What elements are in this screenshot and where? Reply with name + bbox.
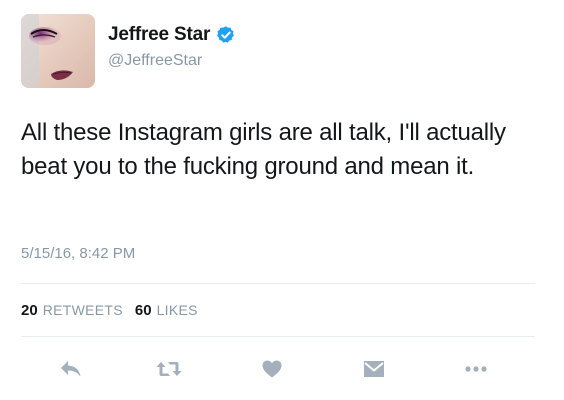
retweet-icon	[156, 362, 182, 376]
tweet-timestamp[interactable]: 5/15/16, 8:42 PM	[21, 245, 135, 262]
likes-count: 60	[134, 302, 152, 319]
more-button[interactable]	[461, 354, 491, 384]
likes-label: LIKES	[156, 302, 198, 318]
action-bar	[0, 354, 564, 384]
heart-icon	[262, 360, 282, 378]
retweets-count: 20	[21, 302, 38, 319]
direct-message-icon	[364, 361, 384, 377]
divider	[21, 336, 535, 337]
more-icon	[465, 366, 487, 372]
retweet-button[interactable]	[154, 354, 184, 384]
tweet-card: Jeffree Star @JeffreeStar All these Inst…	[0, 0, 564, 400]
direct-message-button[interactable]	[359, 354, 389, 384]
verified-badge-icon	[217, 26, 235, 43]
retweets-stat[interactable]: 20 RETWEETS	[21, 302, 123, 319]
reply-icon	[61, 361, 81, 377]
tweet-text: All these Instagram girls are all talk, …	[21, 119, 506, 180]
reply-button[interactable]	[56, 354, 86, 384]
likes-stat[interactable]: 60 LIKES	[135, 302, 198, 319]
display-name[interactable]: Jeffree Star	[108, 24, 210, 46]
user-handle[interactable]: @JeffreeStar	[108, 52, 202, 70]
author-name-row: Jeffree Star	[108, 22, 236, 48]
retweets-label: RETWEETS	[42, 302, 123, 318]
divider	[21, 283, 535, 284]
avatar[interactable]	[21, 14, 95, 88]
tweet-stats: 20 RETWEETS 60 LIKES	[21, 302, 210, 319]
like-button[interactable]	[257, 354, 287, 384]
avatar-image	[21, 14, 95, 88]
